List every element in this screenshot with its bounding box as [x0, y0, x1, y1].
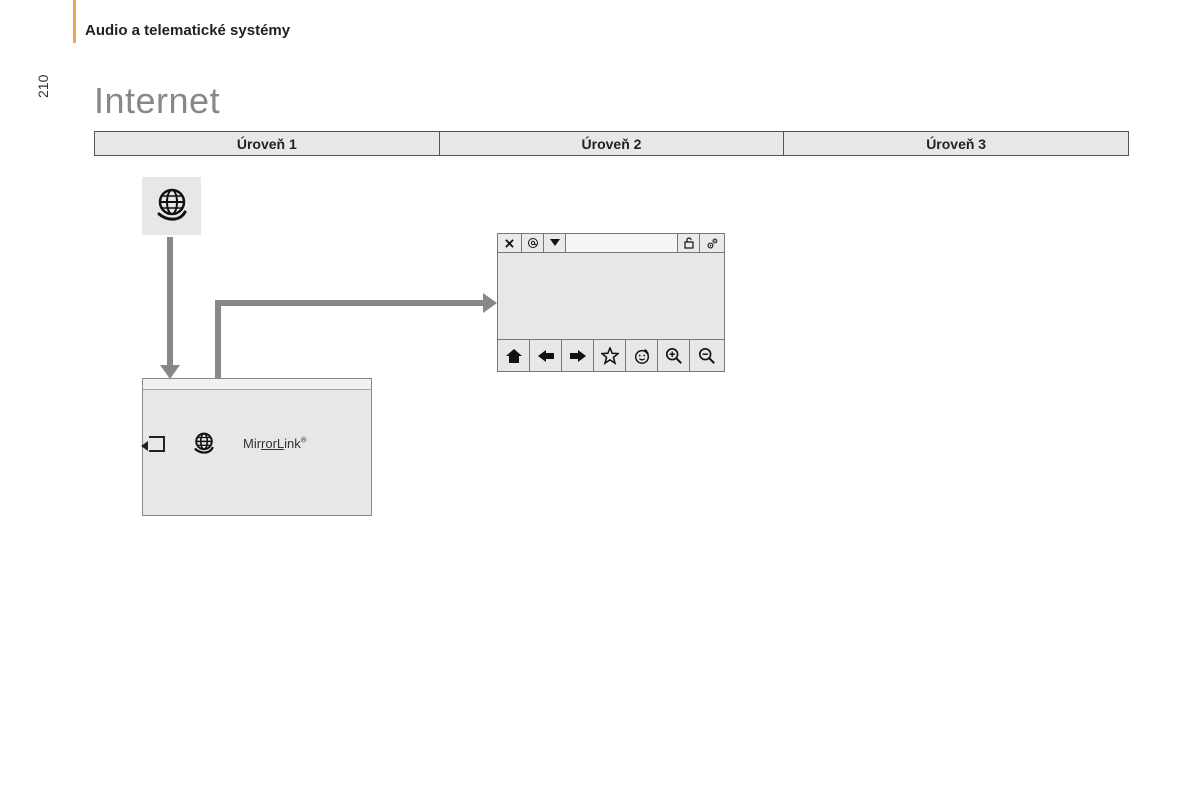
forward-button[interactable] [562, 340, 594, 371]
chevron-down-icon [550, 239, 560, 247]
browser-bottom-toolbar [498, 339, 724, 371]
internet-globe-button[interactable] [142, 177, 201, 235]
url-bar[interactable] [566, 234, 678, 252]
section-header: Audio a telematické systémy [85, 22, 290, 39]
star-icon [601, 347, 619, 365]
arrow-left-icon [538, 350, 554, 362]
browser-window [497, 233, 725, 372]
gear-icon [706, 237, 719, 250]
lock-button[interactable] [678, 234, 700, 252]
exit-icon[interactable] [149, 436, 165, 452]
zoom-out-icon [698, 347, 716, 365]
section-marker [73, 0, 76, 43]
zoom-in-button[interactable] [658, 340, 690, 371]
zoom-in-icon [665, 347, 683, 365]
arrow-vertical-connector [215, 300, 221, 386]
at-icon [527, 237, 539, 249]
close-button[interactable] [498, 234, 522, 252]
page-number: 210 [35, 75, 51, 98]
arrow-right [215, 300, 485, 306]
address-at-button[interactable] [522, 234, 544, 252]
levels-table: Úroveň 1 Úroveň 2 Úroveň 3 [94, 131, 1129, 156]
level-1-header: Úroveň 1 [95, 132, 440, 156]
unlock-icon [684, 237, 694, 249]
favorite-button[interactable] [594, 340, 626, 371]
zoom-out-button[interactable] [690, 340, 724, 371]
refresh-face-button[interactable] [626, 340, 658, 371]
dropdown-button[interactable] [544, 234, 566, 252]
globe-menu-button[interactable] [191, 431, 217, 457]
level-3-header: Úroveň 3 [784, 132, 1129, 156]
arrow-right-icon [570, 350, 586, 362]
arrow-down [167, 237, 173, 367]
mirrorlink-label: MirrorLink® [243, 436, 307, 451]
globe-hand-icon [152, 186, 192, 226]
browser-viewport [498, 253, 724, 339]
browser-top-toolbar [498, 234, 724, 253]
settings-button[interactable] [700, 234, 724, 252]
close-icon [505, 239, 514, 248]
menu-panel-titlebar [143, 379, 371, 390]
refresh-face-icon [633, 347, 651, 365]
level-2-header: Úroveň 2 [439, 132, 784, 156]
home-icon [505, 348, 523, 364]
globe-hand-icon [191, 431, 217, 457]
internet-menu-panel: MirrorLink® [142, 378, 372, 516]
home-button[interactable] [498, 340, 530, 371]
back-button[interactable] [530, 340, 562, 371]
page-title: Internet [94, 80, 220, 122]
mirrorlink-button[interactable]: MirrorLink® [243, 435, 307, 453]
